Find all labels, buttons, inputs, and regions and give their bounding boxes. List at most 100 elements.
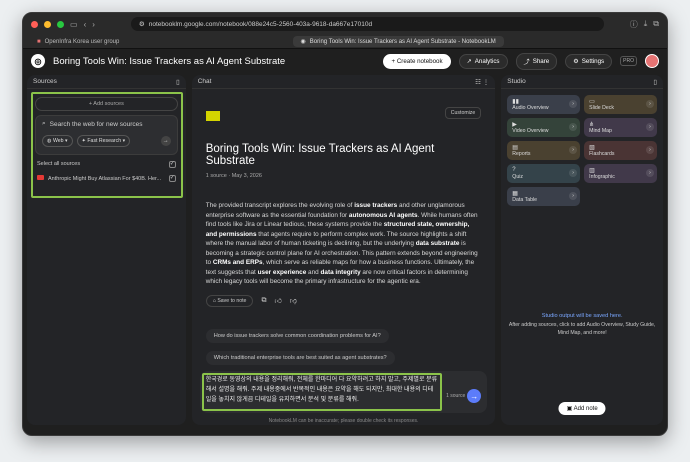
chevron-right-icon[interactable]: › [646,146,654,154]
sources-title: Sources [33,78,57,85]
forward-icon[interactable]: › [92,20,95,29]
tab-openinfra[interactable]: ■ OpenInfra Korea user group [29,37,127,47]
notebooklm-logo-icon[interactable]: ◎ [31,54,45,68]
chat-panel: Chat ☷ ⋮ Customize Boring Tools Win: Iss… [191,75,496,425]
sources-panel: Sources ▯ + Add sources ⌕ Search the web … [27,75,186,425]
notebook-heading: Boring Tools Win: Issue Trackers as AI A… [205,143,435,167]
chevron-right-icon[interactable]: › [569,123,578,131]
chevron-right-icon[interactable]: › [646,123,654,131]
info-icon[interactable]: ⓘ [630,19,638,30]
site-info-icon[interactable]: ⚙ [139,20,145,28]
audio-icon: ▮▮ [512,99,519,105]
add-note-button[interactable]: ▣ Add note [558,402,606,415]
send-button[interactable]: → [467,389,482,403]
studio-header: Studio ▯ [501,75,663,89]
address-bar[interactable]: ⚙ notebooklm.google.com/notebook/088e24c… [130,17,604,31]
browser-toolbar: ▭ ‹ › ⚙ notebooklm.google.com/notebook/0… [23,13,667,35]
notebooklm-favicon-icon: ◉ [300,39,306,45]
flashcards-card[interactable]: ▧ Flashcards › [584,141,657,160]
tabs-overview-icon[interactable]: ⧉ [653,19,659,29]
slides-icon: ▭ [589,99,595,105]
app-header: ◎ Boring Tools Win: Issue Trackers as AI… [23,49,667,73]
back-icon[interactable]: ‹ [84,20,87,29]
thumbs-down-icon[interactable]: 👎︎ [290,296,297,305]
tab-label: Boring Tools Win: Issue Trackers as AI A… [309,38,496,45]
maximize-window-button[interactable] [57,20,64,28]
main-panels: Sources ▯ + Add sources ⌕ Search the web … [27,75,663,425]
slide-deck-card[interactable]: ▭ Slide Deck › [584,95,657,114]
quiz-card[interactable]: ? Quiz › [507,164,581,183]
analytics-icon: ↗ [466,57,472,65]
minimize-window-button[interactable] [44,20,51,28]
gear-icon: ⚙ [573,57,579,65]
close-window-button[interactable] [31,20,38,28]
studio-panel: Studio ▯ ▮▮ Audio Overview › ▭ Slide Deck › … [501,75,663,425]
notebook-summary: The provided transcript explores the evo… [205,202,478,285]
card-label: Audio Overview [512,105,549,111]
share-label: Share [532,57,550,65]
card-label: Infographic [589,174,615,180]
video-icon: ▶ [512,122,517,128]
studio-empty-state: Studio output will be saved here. After … [507,313,657,337]
suggested-question[interactable]: How do issue trackers solve common coord… [205,328,389,343]
more-icon[interactable]: ⋮ [483,79,490,86]
source-count: 1 source [446,393,466,399]
mind-map-card[interactable]: ⋔ Mind Map › [584,118,657,137]
collapse-panel-icon[interactable]: ▯ [176,78,180,86]
note-icon: ▣ [566,406,574,412]
save-to-note-button[interactable]: ⌂ Save to note [205,294,254,307]
analytics-button[interactable]: ↗ Analytics [458,53,508,69]
tune-icon[interactable]: ☷ [475,79,481,86]
tab-notebooklm[interactable]: ◉ Boring Tools Win: Issue Trackers as AI… [292,36,504,47]
card-label: Flashcards [589,151,615,157]
card-label: Data Table [512,197,538,203]
studio-empty-description: After adding sources, click to add Audio… [508,322,656,336]
pro-badge: PRO [620,56,637,66]
avatar[interactable] [645,54,659,68]
chevron-right-icon[interactable]: › [569,192,578,200]
studio-empty-title: Studio output will be saved here. [541,313,623,319]
url-text: notebooklm.google.com/notebook/088e24c5-… [148,20,373,28]
thumbs-up-icon[interactable]: 👍︎ [274,296,281,305]
chevron-right-icon[interactable]: › [569,146,578,154]
card-label: Video Overview [512,128,549,134]
highlight-box [31,92,183,198]
add-note-label: Add note [573,406,598,412]
settings-button[interactable]: ⚙ Settings [565,53,613,69]
download-icon[interactable]: ⤓ [644,19,648,29]
card-label: Slide Deck [589,105,614,111]
chevron-right-icon[interactable]: › [646,169,654,177]
tab-bar: ■ OpenInfra Korea user group ◉ Boring To… [23,35,667,49]
create-notebook-button[interactable]: + Create notebook [383,53,451,69]
sidebar-toggle-icon[interactable]: ▭ [70,20,78,29]
tab-favicon-icon: ■ [37,38,41,45]
chevron-right-icon[interactable]: › [569,169,578,177]
tab-label: OpenInfra Korea user group [44,38,120,45]
reports-card[interactable]: ▤ Reports › [507,141,581,160]
settings-label: Settings [581,57,605,65]
video-overview-card[interactable]: ▶ Video Overview › [507,118,581,137]
collapse-panel-icon[interactable]: ▯ [653,78,657,86]
chevron-right-icon[interactable]: › [646,100,654,108]
chat-input-box: 한국경로 동영상의 내용을 정리해줘, 전체를 한마디어 다 요약하려고 하지 … [199,371,488,413]
chat-header: Chat ☷ ⋮ [191,75,496,89]
save-note-label: Save to note [217,297,247,304]
analytics-label: Analytics [474,57,500,65]
card-label: Reports [512,151,531,157]
notebook-meta: 1 source · May 3, 2026 [205,173,262,179]
infographic-card[interactable]: ▥ Infographic › [584,164,657,183]
notebook-title[interactable]: Boring Tools Win: Issue Trackers as AI A… [53,56,375,67]
chat-title: Chat [197,78,212,85]
chat-input[interactable]: 한국경로 동영상의 내용을 정리해줘, 전체를 한마디어 다 요약하려고 하지 … [206,375,438,405]
infographic-icon: ▥ [589,168,595,174]
chevron-right-icon[interactable]: › [569,100,578,108]
customize-button[interactable]: Customize [444,107,482,119]
table-icon: ▦ [512,191,518,197]
share-button[interactable]: ⤴ Share [515,52,558,70]
audio-overview-card[interactable]: ▮▮ Audio Overview › [507,95,581,114]
suggested-question[interactable]: Which traditional enterprise tools are b… [205,350,395,365]
copy-icon[interactable]: ⧉ [261,297,266,305]
data-table-card[interactable]: ▦ Data Table › [507,187,581,206]
flashcards-icon: ▧ [589,145,595,151]
notebook-emoji-icon [205,111,220,121]
